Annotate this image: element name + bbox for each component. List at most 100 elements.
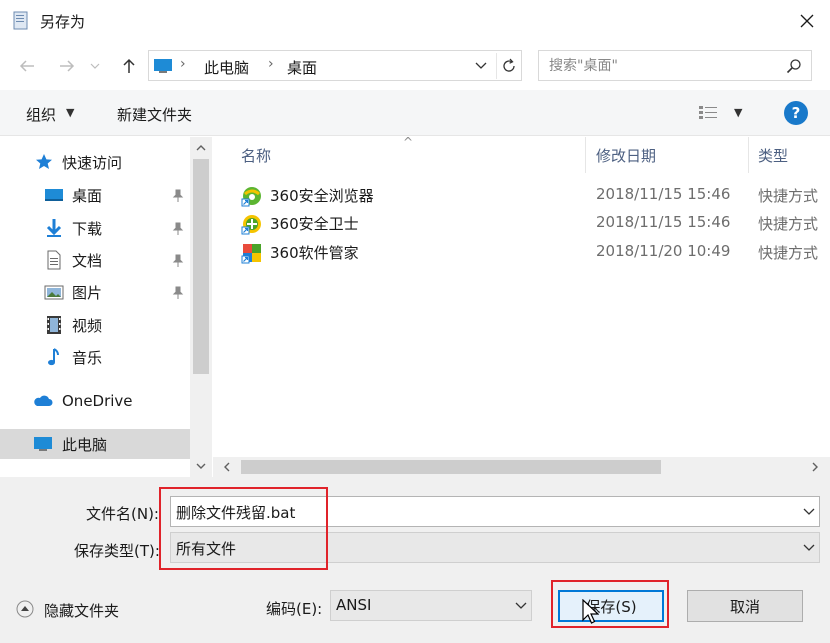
file-type: 快捷方式 <box>758 244 819 262</box>
file-type: 快捷方式 <box>758 215 819 233</box>
column-header-type[interactable]: 类型 <box>758 145 788 166</box>
horizontal-scrollbar[interactable] <box>213 457 830 477</box>
sidebar-item-label: 音乐 <box>72 348 103 367</box>
filename-field[interactable] <box>170 496 820 527</box>
file-row[interactable]: 360安全浏览器 2018/11/15 15:46 快捷方式 <box>213 181 830 209</box>
encoding-dropdown-button[interactable] <box>513 598 529 614</box>
file-date: 2018/11/20 10:49 <box>596 242 731 260</box>
column-divider[interactable] <box>585 137 586 173</box>
column-header-date[interactable]: 修改日期 <box>596 145 656 166</box>
arrow-up-icon <box>123 58 135 73</box>
sort-ascending-icon: ^ <box>403 137 414 149</box>
star-icon <box>36 154 52 169</box>
sidebar-item-videos[interactable]: 视频 <box>0 310 190 340</box>
scroll-right-button[interactable] <box>807 459 823 475</box>
sidebar-item-onedrive[interactable]: OneDrive <box>0 386 190 416</box>
sidebar-item-label: 文档 <box>72 251 103 270</box>
encoding-label: 编码(E): <box>266 600 323 618</box>
recent-locations-button[interactable] <box>88 51 102 81</box>
file-type: 快捷方式 <box>758 187 819 205</box>
mouse-cursor-icon <box>582 599 599 624</box>
close-button[interactable] <box>792 6 822 36</box>
arrow-left-icon <box>19 60 34 72</box>
sidebar-item-quick-access[interactable]: 快速访问 <box>0 147 190 177</box>
breadcrumb-this-pc[interactable]: 此电脑 <box>204 57 249 78</box>
question-icon: ? <box>791 104 801 122</box>
sidebar-item-documents[interactable]: 文档 <box>0 245 190 275</box>
filename-dropdown-button[interactable] <box>801 504 817 520</box>
scroll-down-button[interactable] <box>193 459 209 473</box>
filetype-select[interactable]: 所有文件 <box>170 532 820 563</box>
address-bar[interactable]: › 此电脑 › 桌面 <box>148 50 522 81</box>
command-bar: 组织 ▼ 新建文件夹 ▼ ? <box>0 90 830 136</box>
breadcrumb-separator: › <box>268 56 274 72</box>
search-icon <box>786 59 801 74</box>
sidebar-item-label: OneDrive <box>62 392 133 410</box>
new-folder-button[interactable]: 新建文件夹 <box>117 104 192 125</box>
sidebar-scrollbar[interactable] <box>190 137 212 477</box>
sidebar-item-label: 此电脑 <box>62 435 108 454</box>
column-divider[interactable] <box>748 137 749 173</box>
column-header-name[interactable]: 名称 <box>241 145 271 166</box>
save-button[interactable]: 保存(S) <box>558 590 664 622</box>
sidebar-item-desktop[interactable]: 桌面 <box>0 180 190 210</box>
forward-button[interactable] <box>54 51 80 81</box>
search-button[interactable] <box>783 55 805 77</box>
file-date: 2018/11/15 15:46 <box>596 213 731 231</box>
filename-input[interactable] <box>176 501 796 523</box>
chevron-down-icon <box>196 463 206 469</box>
search-box[interactable] <box>538 50 812 81</box>
chevron-down-icon <box>515 602 527 609</box>
breadcrumb-desktop[interactable]: 桌面 <box>287 57 317 78</box>
help-button[interactable]: ? <box>784 101 808 125</box>
close-icon <box>800 14 814 28</box>
sidebar-item-downloads[interactable]: 下载 <box>0 213 190 243</box>
desktop-icon <box>45 189 63 201</box>
cancel-button[interactable]: 取消 <box>687 590 803 622</box>
view-details-icon[interactable] <box>698 104 720 122</box>
sidebar-item-this-pc[interactable]: 此电脑 <box>0 429 190 459</box>
chevron-up-icon <box>196 145 206 151</box>
sidebar-item-music[interactable]: 音乐 <box>0 342 190 372</box>
file-row[interactable]: 360安全卫士 2018/11/15 15:46 快捷方式 <box>213 209 830 237</box>
sidebar-item-label: 下载 <box>72 219 103 238</box>
file-row[interactable]: 360软件管家 2018/11/20 10:49 快捷方式 <box>213 238 830 266</box>
chevron-left-icon <box>224 462 230 472</box>
pin-icon[interactable] <box>172 254 184 268</box>
pin-icon[interactable] <box>172 222 184 236</box>
file-list: ^ 名称 修改日期 类型 360安全浏览器 2018/11/15 15:46 快… <box>213 137 830 457</box>
encoding-select[interactable]: ANSI <box>330 590 532 621</box>
back-button[interactable] <box>14 51 40 81</box>
chevron-down-icon <box>803 508 815 515</box>
file-date: 2018/11/15 15:46 <box>596 185 731 203</box>
chevron-down-icon <box>90 63 100 69</box>
up-button[interactable] <box>116 51 142 81</box>
download-icon <box>46 219 62 237</box>
video-icon <box>47 316 61 334</box>
search-input[interactable] <box>549 56 769 76</box>
pin-icon[interactable] <box>172 286 184 300</box>
title-bar: 另存为 <box>0 0 830 42</box>
organize-menu[interactable]: 组织 <box>26 104 56 125</box>
refresh-button[interactable] <box>496 53 520 79</box>
refresh-icon <box>502 58 515 72</box>
scrollbar-thumb[interactable] <box>241 460 661 474</box>
scroll-left-button[interactable] <box>219 459 235 475</box>
caret-down-icon[interactable]: ▼ <box>66 106 74 119</box>
computer-icon <box>34 437 52 451</box>
caret-down-icon[interactable]: ▼ <box>734 106 742 119</box>
pin-icon[interactable] <box>172 189 184 203</box>
softmgr-360-icon <box>241 244 261 264</box>
sidebar-item-label: 图片 <box>72 283 103 302</box>
safeguard-360-icon <box>241 215 261 235</box>
chevron-right-icon <box>812 462 818 472</box>
document-icon <box>47 250 61 270</box>
hide-folders-toggle[interactable]: 隐藏文件夹 <box>16 598 136 620</box>
scroll-up-button[interactable] <box>193 141 209 155</box>
music-icon <box>48 348 59 366</box>
scrollbar-thumb[interactable] <box>193 159 209 374</box>
filetype-dropdown-button[interactable] <box>801 540 817 556</box>
address-dropdown-button[interactable] <box>471 55 491 77</box>
sidebar-item-pictures[interactable]: 图片 <box>0 277 190 307</box>
file-name: 360安全浏览器 <box>270 187 374 205</box>
